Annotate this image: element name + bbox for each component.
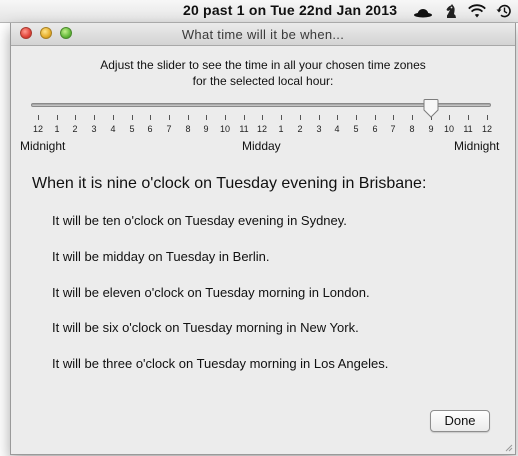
slider-tick-label: 12 <box>481 124 492 134</box>
slider-tick-mark <box>356 115 357 120</box>
slider-tick-label: 2 <box>297 124 303 134</box>
slider-tick-label: 7 <box>390 124 396 134</box>
slider-tick-label: 6 <box>372 124 378 134</box>
result-line-london: It will be eleven o'clock on Tuesday mor… <box>52 285 370 300</box>
slider-tick-mark <box>57 115 58 120</box>
result-line-berlin: It will be midday on Tuesday in Berlin. <box>52 249 270 264</box>
slider-tick-mark <box>375 115 376 120</box>
hour-slider-knob[interactable] <box>423 99 439 118</box>
slider-tick-mark <box>75 115 76 120</box>
menu-bar-clock[interactable]: 20 past 1 on Tue 22nd Jan 2013 <box>183 2 397 18</box>
slider-tick-mark <box>94 115 95 120</box>
slider-tick-label: 8 <box>185 124 191 134</box>
hour-slider-ticks: 12 1 2 3 4 5 6 7 8 9 10 11 12 1 2 3 4 5 6 7 8 9 10 11 12 <box>11 23 515 143</box>
slider-label-midnight-end: Midnight <box>454 139 500 153</box>
slider-label-midnight-start: Midnight <box>20 139 66 153</box>
time-zone-window: What time will it be when... Adjust the … <box>10 23 516 455</box>
slider-tick-mark <box>337 115 338 120</box>
slider-tick-mark <box>281 115 282 120</box>
slider-tick-label: 11 <box>239 124 249 134</box>
slider-tick-label: 11 <box>463 124 473 134</box>
bowler-hat-icon[interactable] <box>413 3 433 19</box>
slider-tick-label: 6 <box>147 124 153 134</box>
slider-tick-mark <box>113 115 114 120</box>
slider-tick-mark <box>468 115 469 120</box>
slider-tick-mark <box>487 115 488 120</box>
slider-tick-mark <box>319 115 320 120</box>
slider-tick-mark <box>38 115 39 120</box>
slider-tick-label: 3 <box>91 124 97 134</box>
slider-tick-mark <box>169 115 170 120</box>
slider-tick-mark <box>206 115 207 120</box>
slider-tick-label: 12 <box>256 124 267 134</box>
slider-label-midday: Midday <box>242 139 281 153</box>
slider-tick-label: 1 <box>54 124 60 134</box>
slider-tick-mark <box>412 115 413 120</box>
slider-tick-label: 4 <box>110 124 116 134</box>
slider-tick-label: 4 <box>334 124 340 134</box>
slider-tick-label: 9 <box>203 124 209 134</box>
slider-tick-label: 5 <box>129 124 135 134</box>
menu-bar: 20 past 1 on Tue 22nd Jan 2013 <box>0 0 518 23</box>
slider-tick-mark <box>225 115 226 120</box>
result-line-sydney: It will be ten o'clock on Tuesday evenin… <box>52 213 347 228</box>
slider-tick-mark <box>300 115 301 120</box>
slider-tick-mark <box>132 115 133 120</box>
slider-tick-mark <box>150 115 151 120</box>
slider-tick-label: 1 <box>278 124 284 134</box>
done-button[interactable]: Done <box>430 410 490 432</box>
chess-knight-icon[interactable] <box>443 3 459 19</box>
slider-tick-mark <box>449 115 450 120</box>
result-heading: When it is nine o'clock on Tuesday eveni… <box>32 175 427 192</box>
slider-tick-label: 10 <box>443 124 454 134</box>
slider-tick-label: 10 <box>219 124 230 134</box>
result-line-new-york: It will be six o'clock on Tuesday mornin… <box>52 320 359 335</box>
slider-tick-label: 7 <box>166 124 172 134</box>
slider-tick-label: 5 <box>353 124 359 134</box>
slider-tick-mark <box>244 115 245 120</box>
slider-tick-mark <box>393 115 394 120</box>
time-machine-icon[interactable] <box>495 3 513 19</box>
slider-tick-label: 2 <box>72 124 78 134</box>
slider-tick-mark <box>262 115 263 120</box>
resize-grip-icon[interactable] <box>503 442 513 452</box>
slider-tick-label: 8 <box>409 124 415 134</box>
wifi-icon[interactable] <box>467 3 487 19</box>
slider-tick-mark <box>188 115 189 120</box>
result-line-los-angeles: It will be three o'clock on Tuesday morn… <box>52 356 389 371</box>
slider-tick-label: 9 <box>428 124 434 134</box>
slider-tick-label: 3 <box>316 124 322 134</box>
slider-tick-label: 12 <box>32 124 43 134</box>
